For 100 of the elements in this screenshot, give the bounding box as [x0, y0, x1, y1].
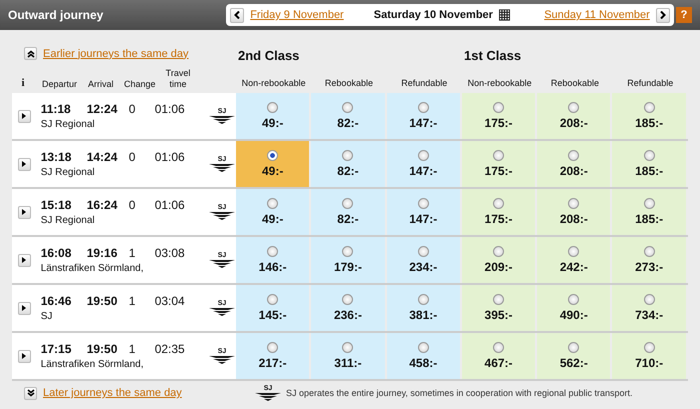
next-day-link[interactable]: Sunday 11 November — [544, 9, 650, 21]
fare-cell[interactable]: 236:- — [311, 285, 385, 331]
fare-price: 185:- — [635, 212, 664, 226]
fare-radio[interactable] — [418, 246, 429, 257]
fare-cell[interactable]: 381:- — [386, 285, 460, 331]
arrival-time: 19:50 — [86, 342, 118, 356]
fare-cell[interactable]: 467:- — [462, 333, 536, 379]
fare-price: 234:- — [409, 260, 438, 274]
fare-cell[interactable]: 734:- — [612, 285, 686, 331]
fare-cell[interactable]: 217:- — [236, 333, 310, 379]
fare-cell[interactable]: 147:- — [386, 141, 460, 187]
fare-cell[interactable]: 395:- — [462, 285, 536, 331]
fare-radio[interactable] — [267, 150, 278, 161]
fare-cell[interactable]: 458:- — [386, 333, 460, 379]
fare-radio[interactable] — [644, 246, 655, 257]
fare-radio[interactable] — [644, 150, 655, 161]
fare-cell[interactable]: 49:- — [236, 189, 310, 235]
fare-cell[interactable]: 208:- — [537, 189, 610, 235]
fare-cell[interactable]: 311:- — [311, 333, 385, 379]
fare-cell[interactable]: 82:- — [311, 141, 385, 187]
fare-price: 185:- — [635, 164, 664, 178]
expand-button[interactable] — [18, 350, 31, 362]
fare-cell[interactable]: 82:- — [311, 93, 385, 139]
fare-radio[interactable] — [418, 342, 429, 353]
fare-cell[interactable]: 208:- — [537, 141, 610, 187]
travel-time: 01:06 — [154, 198, 186, 212]
fare-price: 208:- — [560, 164, 588, 178]
fare-cell[interactable]: 710:- — [612, 333, 686, 379]
fare-radio[interactable] — [568, 102, 580, 113]
fare-radio[interactable] — [267, 294, 278, 305]
fare-radio[interactable] — [493, 342, 504, 353]
expand-button[interactable] — [18, 254, 31, 266]
help-button[interactable]: ? — [676, 7, 692, 23]
expand-button[interactable] — [18, 110, 31, 122]
fare-radio[interactable] — [342, 198, 354, 209]
earlier-button[interactable] — [24, 47, 37, 60]
fare-cell[interactable]: 147:- — [386, 93, 460, 139]
fare-radio[interactable] — [568, 294, 580, 305]
previous-day-link[interactable]: Friday 9 November — [250, 9, 344, 21]
fare-radio[interactable] — [568, 198, 580, 209]
fare-price: 467:- — [484, 356, 513, 370]
arrival-time: 14:24 — [86, 150, 118, 164]
fare-cell[interactable]: 273:- — [612, 237, 686, 283]
fare-radio[interactable] — [644, 198, 655, 209]
fare-cell[interactable]: 179:- — [311, 237, 385, 283]
fare-price: 458:- — [409, 356, 438, 370]
previous-day-button[interactable] — [230, 8, 244, 22]
fare-cell[interactable]: 146:- — [236, 237, 310, 283]
fare-cell[interactable]: 185:- — [612, 93, 686, 139]
fare-cell[interactable]: 208:- — [537, 93, 610, 139]
fare-price: 490:- — [560, 308, 588, 322]
fare-cell[interactable]: 175:- — [462, 189, 536, 235]
fare-radio[interactable] — [267, 102, 278, 113]
fare-price: 395:- — [484, 308, 513, 322]
fare-radio[interactable] — [644, 102, 655, 113]
fare-radio[interactable] — [568, 246, 580, 257]
fare-cell[interactable]: 490:- — [537, 285, 610, 331]
fare-cell[interactable]: 175:- — [462, 93, 536, 139]
fare-radio[interactable] — [267, 342, 278, 353]
fare-cell[interactable]: 185:- — [612, 141, 686, 187]
fare-cell[interactable]: 562:- — [537, 333, 610, 379]
calendar-icon[interactable] — [498, 9, 510, 21]
fare-radio[interactable] — [342, 246, 354, 257]
fare-radio[interactable] — [267, 246, 278, 257]
fare-cell[interactable]: 82:- — [311, 189, 385, 235]
expand-button[interactable] — [18, 158, 31, 170]
fare-radio[interactable] — [418, 198, 429, 209]
fare-radio[interactable] — [493, 150, 504, 161]
fare-radio[interactable] — [568, 342, 580, 353]
arrival-time: 19:16 — [86, 246, 118, 260]
fare-radio[interactable] — [342, 342, 354, 353]
expand-button[interactable] — [18, 302, 31, 314]
fare-radio[interactable] — [418, 294, 429, 305]
fare-cell[interactable]: 185:- — [612, 189, 686, 235]
fare-radio[interactable] — [493, 198, 504, 209]
fare-radio[interactable] — [568, 150, 580, 161]
fare-cell[interactable]: 49:- — [236, 93, 310, 139]
fare-cell[interactable]: 209:- — [462, 237, 536, 283]
fare-radio[interactable] — [418, 102, 429, 113]
fare-cell[interactable]: 234:- — [386, 237, 460, 283]
fare-radio[interactable] — [342, 294, 354, 305]
fare-radio[interactable] — [267, 198, 278, 209]
fare-cell[interactable]: 49:- — [236, 141, 310, 187]
fare-cell[interactable]: 175:- — [462, 141, 536, 187]
fare-radio[interactable] — [493, 246, 504, 257]
fare-radio[interactable] — [418, 150, 429, 161]
operator-name: SJ — [40, 311, 54, 322]
fare-cell[interactable]: 242:- — [537, 237, 610, 283]
fare-radio[interactable] — [644, 294, 655, 305]
expand-button[interactable] — [18, 206, 31, 218]
later-button[interactable] — [24, 386, 37, 400]
fare-cell[interactable]: 145:- — [236, 285, 310, 331]
fare-radio[interactable] — [342, 150, 354, 161]
fare-cell[interactable]: 147:- — [386, 189, 460, 235]
fare-radio[interactable] — [644, 342, 655, 353]
fare-radio[interactable] — [493, 294, 504, 305]
fare-header: Non-rebookable — [240, 78, 307, 88]
next-day-button[interactable] — [656, 8, 670, 22]
fare-radio[interactable] — [493, 102, 504, 113]
fare-radio[interactable] — [342, 102, 354, 113]
